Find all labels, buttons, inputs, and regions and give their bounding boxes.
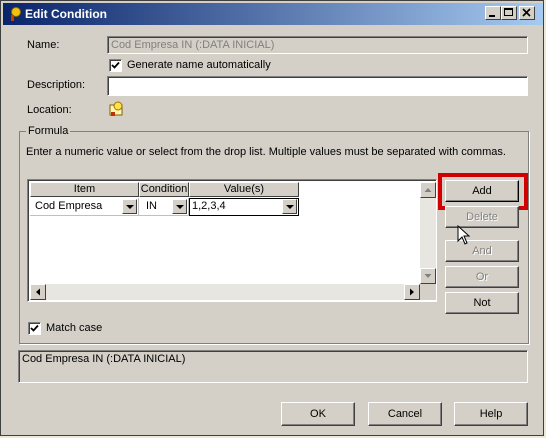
name-label: Name: — [27, 39, 60, 51]
edit-condition-window: Edit Condition Name: Cod Empresa IN (:DA… — [0, 0, 544, 436]
condition-summary: Cod Empresa IN (:DATA INICIAL) — [18, 350, 528, 383]
arrow-down-icon — [424, 274, 432, 278]
value-select[interactable]: 1,2,3,4 — [189, 198, 299, 216]
not-button[interactable]: Not — [445, 292, 519, 314]
formula-grid[interactable]: Item Condition Value(s) Cod Empresa IN 1… — [27, 179, 437, 302]
table-row: Cod Empresa — [30, 198, 139, 216]
column-header-condition[interactable]: Condition — [139, 182, 189, 197]
arrow-right-icon — [410, 288, 414, 296]
checkmark-icon — [30, 324, 39, 332]
close-icon — [522, 8, 531, 17]
condition-icon — [11, 7, 21, 21]
formula-group-label: Formula — [26, 125, 71, 137]
scroll-up-button[interactable] — [420, 182, 436, 198]
condition-select[interactable]: IN — [139, 198, 189, 216]
chevron-down-icon[interactable] — [122, 199, 137, 214]
generate-name-label: Generate name automatically — [127, 59, 271, 71]
match-case-checkbox[interactable] — [28, 322, 41, 335]
match-case-label: Match case — [46, 322, 103, 334]
minimize-button[interactable] — [485, 6, 501, 20]
value-select-value: 1,2,3,4 — [192, 200, 226, 212]
horizontal-scrollbar[interactable] — [30, 284, 420, 300]
column-header-item[interactable]: Item — [30, 182, 139, 197]
column-header-values[interactable]: Value(s) — [189, 182, 299, 197]
add-button[interactable]: Add — [445, 180, 519, 202]
chevron-down-icon[interactable] — [172, 199, 187, 214]
formula-instructions: Enter a numeric value or select from the… — [26, 146, 506, 158]
location-label: Location: — [27, 104, 72, 116]
scroll-right-button[interactable] — [404, 284, 420, 300]
or-button[interactable]: Or — [445, 266, 519, 288]
location-button[interactable] — [108, 100, 126, 118]
scroll-left-button[interactable] — [30, 284, 46, 300]
cancel-button[interactable]: Cancel — [368, 402, 442, 426]
condition-select-value: IN — [146, 200, 157, 212]
generate-name-checkbox[interactable] — [109, 59, 122, 72]
ok-button[interactable]: OK — [281, 402, 355, 426]
chevron-down-icon[interactable] — [282, 199, 297, 214]
mouse-pointer-icon — [457, 225, 471, 245]
arrow-left-icon — [36, 288, 40, 296]
checkmark-icon — [111, 61, 120, 69]
location-folder-icon — [109, 101, 123, 116]
name-field[interactable]: Cod Empresa IN (:DATA INICIAL) — [107, 36, 528, 54]
maximize-icon — [504, 8, 513, 16]
scrollbar-corner — [420, 284, 436, 300]
scroll-down-button[interactable] — [420, 268, 436, 284]
maximize-button[interactable] — [501, 6, 517, 20]
help-button[interactable]: Help — [454, 402, 528, 426]
window-title: Edit Condition — [25, 7, 107, 21]
close-button[interactable] — [519, 6, 535, 20]
description-field[interactable] — [107, 76, 528, 96]
item-select[interactable]: Cod Empresa — [30, 198, 139, 216]
item-select-value: Cod Empresa — [35, 200, 103, 212]
minimize-icon — [489, 15, 495, 17]
title-bar[interactable]: Edit Condition — [3, 3, 543, 25]
description-label: Description: — [27, 79, 86, 91]
arrow-up-icon — [424, 188, 432, 192]
